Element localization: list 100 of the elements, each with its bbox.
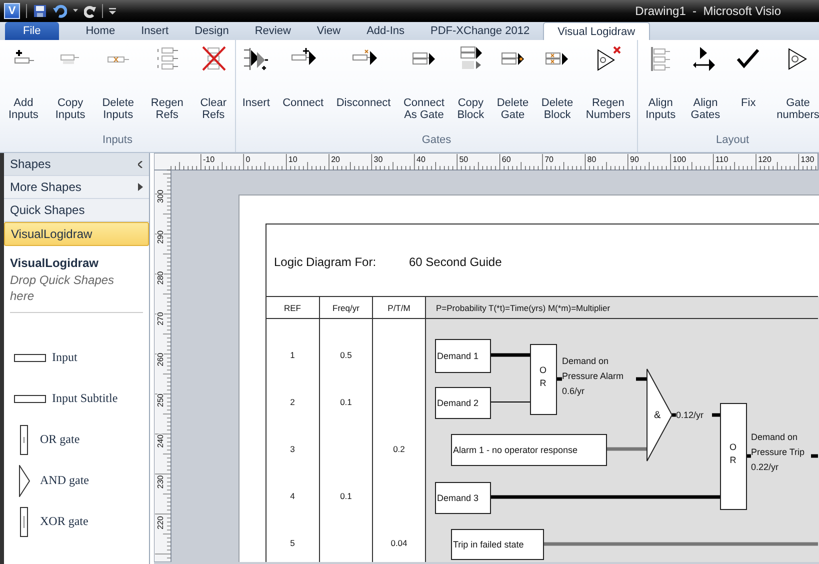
shape-label[interactable]: OR gate	[40, 432, 80, 447]
output-label: Demand on Pressure Trip 0.22/yr	[751, 432, 805, 472]
ruler-label: 100	[672, 155, 686, 164]
customize-menu-icon[interactable]	[109, 7, 116, 15]
connector-line	[606, 447, 647, 451]
ruler-label: 20	[331, 155, 340, 164]
column-header: P=Probability T(*t)=Time(yrs) M(*m)=Multiplier	[436, 303, 610, 313]
ribbon-button[interactable]: Delete Gate	[496, 46, 530, 134]
shape-label[interactable]: Input Subtitle	[52, 391, 118, 406]
input-block: Demand 2	[435, 387, 491, 419]
ruler-label: 0	[246, 155, 250, 164]
shape-label[interactable]: AND gate	[40, 473, 89, 488]
ruler-label: 230	[156, 475, 165, 489]
undo-icon[interactable]	[53, 4, 67, 18]
ribbon-tab[interactable]: Design	[182, 22, 242, 40]
crossed-list-icon	[200, 46, 226, 72]
ruler-label: 300	[156, 190, 165, 203]
group-label: Gates	[420, 134, 452, 148]
ribbon-tab[interactable]: View	[304, 22, 354, 40]
ruler-label: 10	[288, 155, 298, 164]
diagram-heading: Logic Diagram For:	[274, 255, 376, 269]
table-cell: 0.04	[390, 538, 408, 548]
ribbon-button[interactable]: Copy Inputs	[54, 46, 86, 134]
ruler-label: 130	[800, 155, 814, 164]
ribbon-button[interactable]: Delete Inputs	[101, 46, 135, 134]
ribbon-button[interactable]: Copy Block	[456, 46, 486, 134]
table-cell: 4	[290, 491, 295, 501]
or-gate: OR	[530, 344, 557, 415]
ribbon-tab[interactable]: Review	[242, 22, 304, 40]
ribbon-button[interactable]: Gate numbers	[776, 46, 819, 134]
group-label: Inputs	[102, 134, 134, 148]
ruler-label: 280	[156, 271, 165, 285]
ruler-label: 40	[416, 155, 426, 164]
ruler-label: 50	[459, 155, 468, 164]
submenu-arrow-icon	[138, 183, 143, 191]
ribbon-button[interactable]: Align Inputs	[644, 46, 677, 134]
ribbon-button[interactable]: Regen Refs	[150, 46, 184, 134]
input-block: Trip in failed state	[451, 529, 544, 560]
ribbon-button[interactable]: Align Gates	[690, 46, 722, 134]
triangle-icon	[18, 464, 30, 496]
ribbon-button[interactable]: Add Inputs	[7, 46, 40, 134]
ribbon-button[interactable]: Delete Block	[540, 46, 574, 134]
shape-label[interactable]: Input	[52, 350, 78, 365]
ruler-label: 90	[630, 155, 639, 164]
table-cell: 3	[290, 444, 295, 454]
ruler-label: 110	[715, 155, 728, 164]
gate-icon	[20, 424, 28, 454]
stencil-hint: Drop Quick Shapes here	[10, 272, 116, 304]
ribbon-tab[interactable]: Visual Logidraw	[542, 22, 650, 40]
ruler-label: 70	[544, 155, 554, 164]
panel-item[interactable]: More Shapes	[4, 176, 149, 199]
redo-icon[interactable]	[84, 4, 96, 18]
save-icon[interactable]	[33, 4, 47, 18]
collapse-icon[interactable]	[138, 160, 143, 168]
rectangle-icon	[14, 354, 46, 362]
or-gate: OR	[720, 403, 747, 510]
table-cell: 2	[290, 397, 295, 407]
app-logo[interactable]: V	[4, 3, 20, 19]
ruler-label: 30	[374, 155, 383, 164]
table-cell: 5	[290, 538, 295, 548]
ruler-label: 290	[156, 230, 165, 244]
ribbon-button[interactable]: Regen Numbers	[584, 46, 632, 134]
ribbon-button[interactable]: Disconnect	[335, 46, 392, 134]
ruler-label: 270	[156, 312, 165, 326]
table-cell: 0.5	[340, 350, 352, 360]
ribbon-tab[interactable]: PDF-XChange 2012	[418, 22, 543, 40]
table-cell: 1	[290, 350, 295, 360]
caret-icon[interactable]	[73, 9, 78, 13]
connector-line	[712, 413, 720, 417]
ruler-label: 260	[156, 352, 165, 366]
ribbon-button[interactable]: Insert	[241, 46, 271, 134]
ruler-label: 220	[156, 516, 165, 530]
table-cell: 0.2	[393, 444, 405, 454]
ruler-label: 250	[156, 394, 165, 407]
ribbon-button[interactable]: Clear Refs	[199, 46, 228, 134]
stencil-title: VisualLogidraw	[10, 256, 100, 270]
rectangle-icon	[14, 394, 46, 402]
connector-line	[490, 353, 530, 357]
ribbon-button[interactable]: Fix	[734, 46, 762, 134]
file-tab[interactable]: File	[5, 22, 59, 40]
window-title: Drawing1 - Microsoft Visio	[635, 4, 781, 18]
ribbon-button[interactable]: Connect As Gate	[402, 46, 446, 134]
input-block: Demand 3	[435, 482, 491, 514]
and-gate: &	[646, 368, 673, 462]
column-header: Freq/yr	[332, 303, 360, 313]
panel-header[interactable]: Shapes	[4, 153, 149, 176]
ribbon-button[interactable]: Connect	[282, 46, 325, 134]
panel-item[interactable]: Quick Shapes	[4, 199, 149, 222]
ribbon-tab[interactable]: Insert	[128, 22, 182, 40]
connector-line	[811, 454, 818, 458]
panel-item[interactable]: VisualLogidraw	[4, 222, 149, 246]
ribbon-tab[interactable]: Add-Ins	[354, 22, 418, 40]
ruler-label: 120	[758, 155, 772, 164]
group-label: Layout	[714, 134, 750, 148]
ribbon-tab[interactable]: Home	[72, 22, 128, 40]
table-cell: 0.1	[340, 491, 352, 501]
diagram-subject: 60 Second Guide	[409, 255, 502, 269]
shape-label[interactable]: XOR gate	[40, 514, 88, 529]
column-header: REF	[284, 303, 301, 313]
ruler-label: 240	[156, 434, 165, 448]
